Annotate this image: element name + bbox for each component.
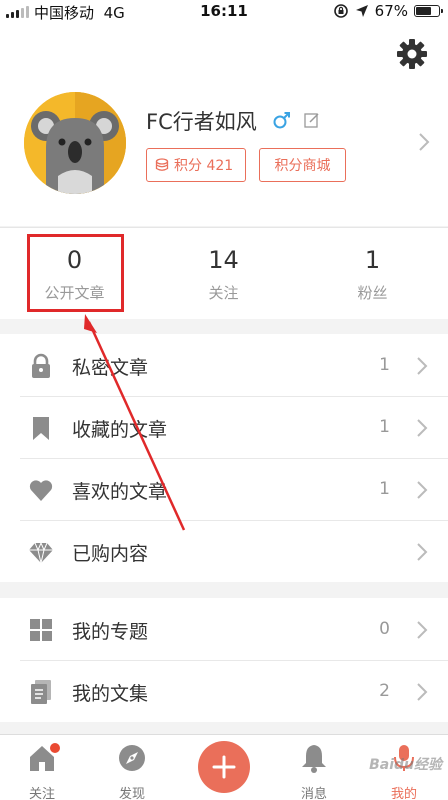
stat-value: 14 <box>208 246 239 274</box>
menu-item-count: 1 <box>379 417 390 437</box>
tab-follow[interactable]: 关注 <box>2 735 82 800</box>
menu-item-label: 私密文章 <box>72 357 149 379</box>
notification-dot <box>50 743 60 753</box>
menu-group-articles: 私密文章 1 收藏的文章 1 喜欢的文章 1 已购内容 <box>0 334 448 582</box>
points-button[interactable]: 积分 421 <box>146 148 246 182</box>
menu-item-count: 1 <box>379 355 390 375</box>
bookmark-icon <box>33 417 49 440</box>
tab-messages[interactable]: 消息 <box>274 735 354 800</box>
menu-item-label: 喜欢的文章 <box>72 481 168 503</box>
menu-item-label: 我的文集 <box>72 683 149 705</box>
annotation-highlight-box <box>27 234 124 312</box>
tab-label: 消息 <box>300 787 327 800</box>
menu-item-label: 收藏的文章 <box>72 419 168 441</box>
menu-item-my-notebooks[interactable]: 我的文集 2 <box>0 660 448 722</box>
lock-icon <box>32 353 50 378</box>
chevron-right-icon[interactable] <box>418 132 430 152</box>
menu-item-my-topics[interactable]: 我的专题 0 <box>0 598 448 660</box>
diamond-icon <box>29 541 53 564</box>
status-bar: 中国移动 4G 16:11 67% <box>0 0 448 24</box>
chevron-right-icon <box>417 419 428 437</box>
menu-item-count: 1 <box>379 479 390 499</box>
points-mall-label: 积分商城 <box>274 158 331 174</box>
battery-percent: 67% <box>374 2 408 20</box>
tab-label: 关注 <box>28 787 55 800</box>
stat-following[interactable]: 14 关注 <box>149 228 298 320</box>
battery-icon <box>414 5 443 17</box>
tab-label: 我的 <box>390 787 417 800</box>
tab-label: 发现 <box>118 787 145 800</box>
tab-discover[interactable]: 发现 <box>92 735 172 800</box>
gear-icon[interactable] <box>396 38 428 70</box>
menu-item-private-articles[interactable]: 私密文章 1 <box>0 334 448 396</box>
location-arrow-icon <box>355 5 368 17</box>
koala-icon <box>24 92 126 194</box>
male-icon <box>273 112 290 129</box>
notebook-icon <box>31 680 51 704</box>
chevron-right-icon <box>417 621 428 639</box>
stat-label: 粉丝 <box>357 284 388 302</box>
chevron-right-icon <box>417 357 428 375</box>
chevron-right-icon <box>417 543 428 561</box>
menu-item-saved-articles[interactable]: 收藏的文章 1 <box>0 396 448 458</box>
coins-icon <box>155 158 169 171</box>
menu-item-count: 0 <box>379 619 390 639</box>
compass-icon <box>119 745 145 771</box>
points-label: 积分 421 <box>174 158 234 174</box>
rotation-lock-icon <box>333 4 348 18</box>
stat-followers[interactable]: 1 粉丝 <box>298 228 447 320</box>
profile-header: FC行者如风 积分 421 积分商城 <box>0 24 448 226</box>
chevron-right-icon <box>417 481 428 499</box>
plus-icon <box>212 755 236 779</box>
stat-value: 1 <box>364 246 381 274</box>
grid-icon <box>30 619 52 641</box>
menu-item-liked-articles[interactable]: 喜欢的文章 1 <box>0 458 448 520</box>
menu-item-label: 我的专题 <box>72 621 149 643</box>
bell-icon <box>302 745 326 773</box>
watermark: Baidu经验 <box>369 757 442 773</box>
edit-icon[interactable] <box>304 112 320 128</box>
chevron-right-icon <box>417 683 428 701</box>
menu-item-label: 已购内容 <box>72 543 149 565</box>
username[interactable]: FC行者如风 <box>146 106 257 136</box>
menu-item-purchased-content[interactable]: 已购内容 <box>0 520 448 582</box>
points-mall-button[interactable]: 积分商城 <box>259 148 346 182</box>
heart-icon <box>29 480 53 501</box>
menu-item-count: 2 <box>379 681 390 701</box>
menu-group-collections: 我的专题 0 我的文集 2 <box>0 598 448 722</box>
stat-label: 关注 <box>208 284 239 302</box>
avatar[interactable] <box>24 92 126 194</box>
create-post-button[interactable] <box>198 741 250 793</box>
